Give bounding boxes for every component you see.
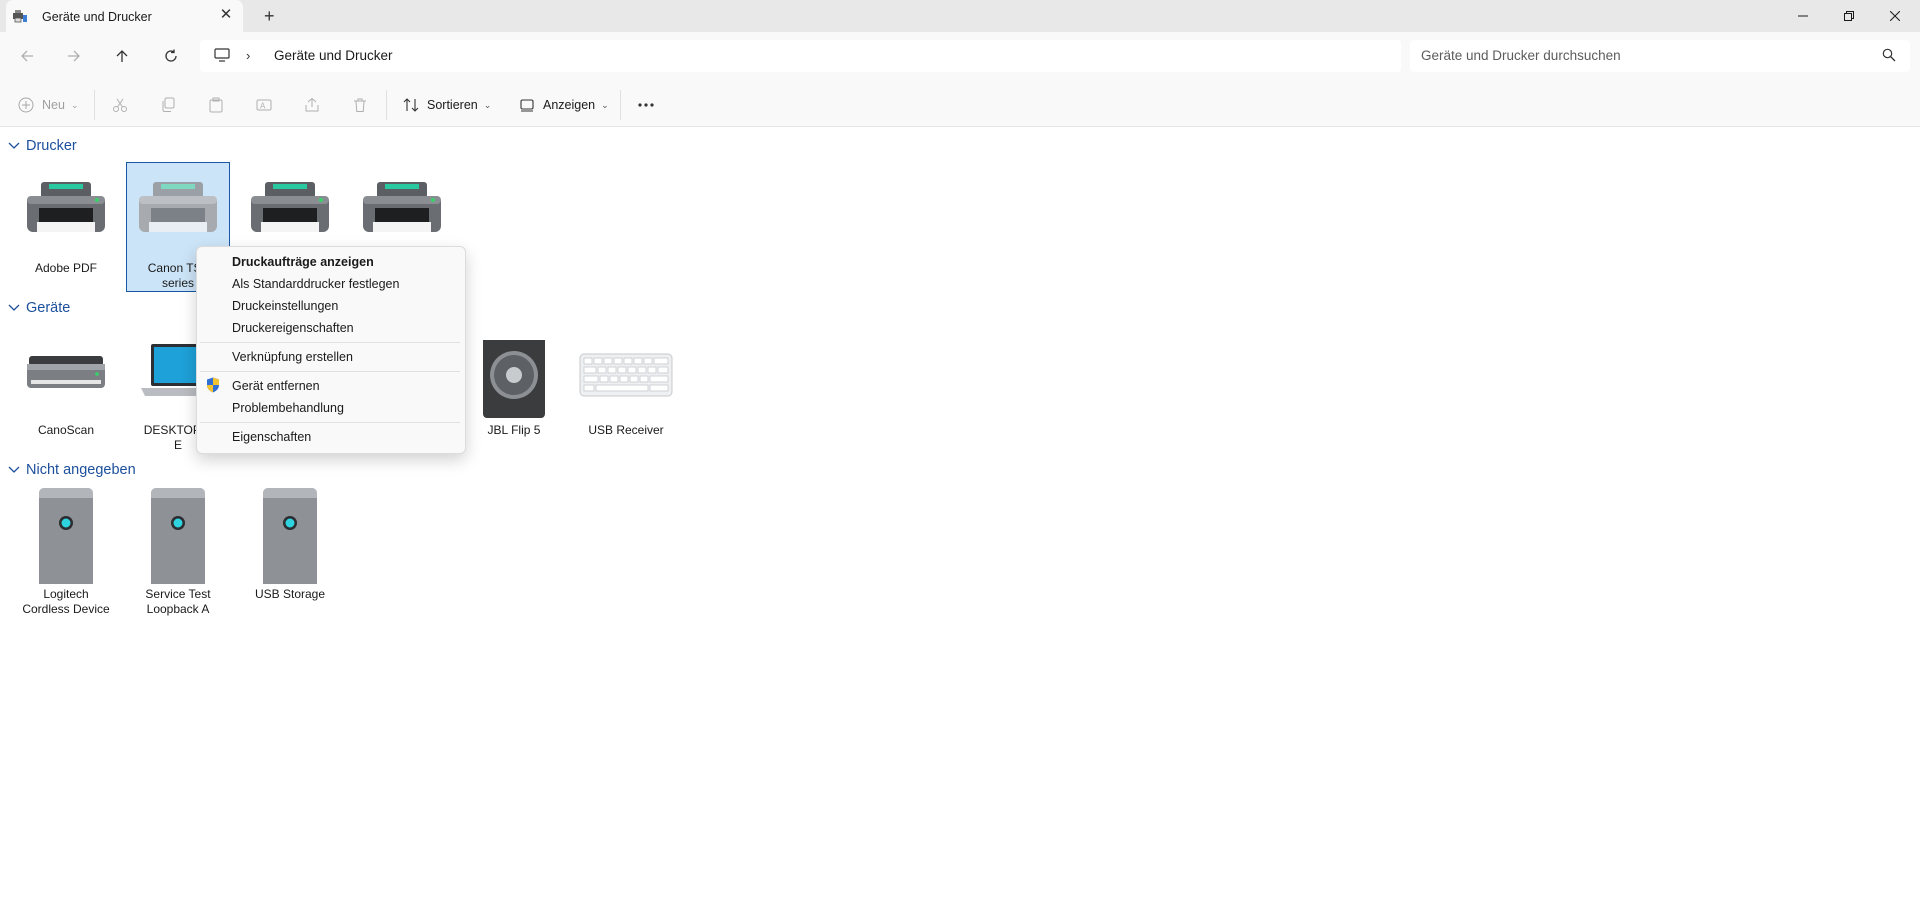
view-button[interactable]: Anzeigen ⌄ xyxy=(519,95,609,115)
uac-shield-icon xyxy=(207,377,219,393)
copy-button[interactable] xyxy=(160,95,176,115)
arrow-up-icon xyxy=(116,50,128,62)
item-label: USB Receiver xyxy=(588,423,664,437)
toolbar-divider xyxy=(620,90,621,120)
menu-item-remove-device[interactable]: Gerät entfernen xyxy=(232,379,320,393)
restore-button[interactable] xyxy=(1826,0,1872,32)
trash-icon xyxy=(354,98,366,112)
view-icon xyxy=(520,99,534,112)
tab-title: Geräte und Drucker xyxy=(42,10,152,24)
printer-icon xyxy=(27,182,105,232)
paste-button[interactable] xyxy=(208,95,224,115)
chevron-down-icon xyxy=(8,466,20,473)
menu-item-printing-preferences[interactable]: Druckeinstellungen xyxy=(232,299,338,313)
breadcrumb-chevron-icon[interactable]: › xyxy=(246,48,250,63)
command-bar xyxy=(0,80,1920,127)
new-button-label: Neu xyxy=(42,98,65,112)
delete-button[interactable] xyxy=(352,95,368,115)
search-icon[interactable] xyxy=(1882,48,1896,62)
menu-separator xyxy=(200,371,460,372)
chevron-down-icon xyxy=(8,304,20,311)
item-label-line2: Loopback A xyxy=(146,602,210,616)
devices-printers-icon xyxy=(13,10,27,23)
device-item[interactable]: CanoScan xyxy=(14,340,118,438)
refresh-button[interactable] xyxy=(160,45,182,67)
view-label: Anzeigen xyxy=(543,98,596,112)
restore-icon xyxy=(1844,11,1854,21)
new-button[interactable]: Neu ⌄ xyxy=(18,95,78,115)
title-bar xyxy=(0,0,1920,32)
group-header-printers[interactable]: Drucker xyxy=(8,138,77,154)
item-label: Service Test xyxy=(145,587,211,601)
toolbar-divider xyxy=(386,90,387,120)
item-label: Adobe PDF xyxy=(34,261,98,275)
group-title: Nicht angegeben xyxy=(26,462,136,478)
more-options-button[interactable] xyxy=(637,95,655,115)
menu-item-troubleshoot[interactable]: Problembehandlung xyxy=(232,401,344,415)
chevron-down-icon: ⌄ xyxy=(70,99,79,110)
share-button[interactable] xyxy=(304,95,320,115)
unspecified-device-item[interactable]: Service Test Loopback A xyxy=(126,488,230,617)
forward-button[interactable] xyxy=(63,45,85,67)
close-window-button[interactable] xyxy=(1872,0,1918,32)
printer-item[interactable]: Adobe PDF xyxy=(14,178,118,276)
plus-circle-icon xyxy=(18,97,34,113)
toolbar-divider xyxy=(94,90,95,120)
menu-item-show-print-jobs[interactable]: Druckaufträge anzeigen xyxy=(232,255,374,269)
computer-icon xyxy=(214,48,230,62)
item-label: CanoScan xyxy=(37,423,95,437)
unspecified-device-item[interactable]: Logitech Cordless Device xyxy=(14,488,118,617)
share-icon xyxy=(305,97,319,112)
menu-separator xyxy=(200,422,460,423)
item-label-line2: Cordless Device xyxy=(22,602,110,616)
rename-icon: A xyxy=(256,99,272,111)
menu-separator xyxy=(200,342,460,343)
close-icon xyxy=(1890,11,1900,21)
back-button[interactable] xyxy=(16,45,38,67)
group-title: Geräte xyxy=(26,300,71,316)
chevron-down-icon xyxy=(8,142,20,149)
minimize-button[interactable] xyxy=(1780,0,1826,32)
breadcrumb-devices-printers[interactable]: Geräte und Drucker xyxy=(274,48,393,63)
scissors-icon xyxy=(113,98,127,112)
search-placeholder: Geräte und Drucker durchsuchen xyxy=(1421,48,1621,63)
cut-button[interactable] xyxy=(112,95,128,115)
item-label: JBL Flip 5 xyxy=(487,423,541,437)
menu-item-properties[interactable]: Eigenschaften xyxy=(232,430,311,444)
rename-button[interactable]: A xyxy=(256,95,272,115)
menu-item-set-default-printer[interactable]: Als Standarddrucker festlegen xyxy=(232,277,399,291)
generic-device-icon xyxy=(151,488,205,584)
item-label: Logitech xyxy=(43,587,89,601)
paste-icon xyxy=(209,97,223,113)
close-tab-icon[interactable]: ✕ xyxy=(218,7,234,23)
arrow-right-icon xyxy=(68,50,80,62)
scanner-icon xyxy=(27,356,105,388)
copy-icon xyxy=(162,97,175,112)
keyboard-icon xyxy=(579,353,673,397)
group-title: Drucker xyxy=(26,138,77,154)
menu-item-printer-properties[interactable]: Druckereigenschaften xyxy=(232,321,354,335)
arrow-left-icon xyxy=(21,50,33,62)
item-label: USB Storage xyxy=(254,587,326,601)
generic-device-icon xyxy=(39,488,93,584)
sort-icon xyxy=(403,98,419,112)
group-header-unspecified[interactable]: Nicht angegeben xyxy=(8,462,136,478)
device-item[interactable]: JBL Flip 5 xyxy=(462,332,566,438)
svg-text:A: A xyxy=(260,102,266,111)
sort-button[interactable]: Sortieren ⌄ xyxy=(403,95,491,115)
minimize-icon xyxy=(1798,15,1808,17)
new-tab-button[interactable]: + xyxy=(264,7,275,25)
sort-label: Sortieren xyxy=(427,98,478,112)
more-dots-icon xyxy=(638,103,654,107)
chevron-down-icon: ⌄ xyxy=(483,99,492,110)
refresh-icon xyxy=(165,49,177,62)
unspecified-device-item[interactable]: USB Storage xyxy=(238,488,342,602)
generic-device-icon xyxy=(263,488,317,584)
chevron-down-icon: ⌄ xyxy=(601,99,609,110)
group-header-devices[interactable]: Geräte xyxy=(8,300,70,316)
device-item[interactable]: USB Receiver xyxy=(574,340,678,438)
speaker-icon xyxy=(483,332,545,418)
menu-item-create-shortcut[interactable]: Verknüpfung erstellen xyxy=(232,350,353,364)
up-button[interactable] xyxy=(111,45,133,67)
